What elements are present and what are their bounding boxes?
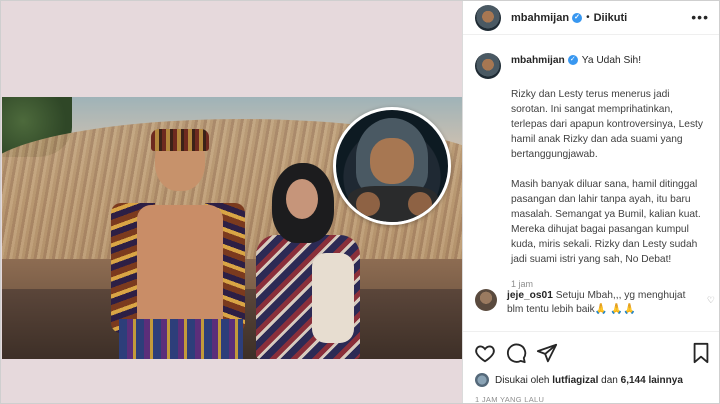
photo-man <box>97 127 247 359</box>
post-caption: mbahmijan ✓ Ya Udah Sih! Rizky dan Lesty t… <box>475 53 715 292</box>
post-media[interactable] <box>1 1 463 403</box>
comment-avatar[interactable] <box>475 289 497 311</box>
inset-avatar-photo <box>333 107 451 225</box>
heart-icon[interactable] <box>474 342 496 364</box>
liker-avatar[interactable] <box>475 373 489 387</box>
caption-username[interactable]: mbahmijan <box>511 55 565 66</box>
caption-lead: Ya Udah Sih! <box>581 55 642 66</box>
likes-connector: dan <box>601 374 618 386</box>
caption-avatar[interactable] <box>475 53 501 79</box>
verified-badge-icon: ✓ <box>567 55 578 66</box>
comment-like-icon[interactable]: ♡ <box>707 295 715 306</box>
comment-item: jeje_os01 Setuju Mbah,,, yg menghujat bl… <box>475 289 715 317</box>
post-age: 1 JAM YANG LALU <box>475 395 545 404</box>
bookmark-icon[interactable] <box>690 342 712 364</box>
comment-username[interactable]: jeje_os01 <box>507 290 553 301</box>
header-separator: • <box>586 12 590 23</box>
caption-paragraph-2: Masih banyak diluar sana, hamil ditingga… <box>511 179 701 265</box>
post-actions <box>463 331 719 371</box>
comment-icon[interactable] <box>505 342 527 364</box>
verified-badge-icon: ✓ <box>572 12 583 23</box>
post-side-panel: mbahmijan ✓ • Diikuti ••• mbahmijan ✓ Ya Ud… <box>463 1 719 404</box>
caption-paragraph-1: Rizky dan Lesty terus menerus jadi sorot… <box>511 89 703 160</box>
liker-username[interactable]: lutfiagizal <box>552 375 598 386</box>
header-username-text[interactable]: mbahmijan <box>511 12 569 24</box>
more-options-icon[interactable]: ••• <box>691 9 709 25</box>
avatar[interactable] <box>475 4 501 31</box>
follow-status-button[interactable]: Diikuti <box>594 12 628 24</box>
likes-summary: Disukai oleh lutfiagizal dan 6,144 lainn… <box>475 373 683 387</box>
post-header: mbahmijan ✓ • Diikuti ••• <box>463 1 719 35</box>
header-username[interactable]: mbahmijan ✓ <box>511 12 583 24</box>
share-icon[interactable] <box>536 342 558 364</box>
likes-count[interactable]: 6,144 lainnya <box>621 375 683 386</box>
likes-prefix: Disukai oleh <box>495 374 550 386</box>
instagram-post-window: mbahmijan ✓ • Diikuti ••• mbahmijan ✓ Ya Ud… <box>0 0 720 404</box>
